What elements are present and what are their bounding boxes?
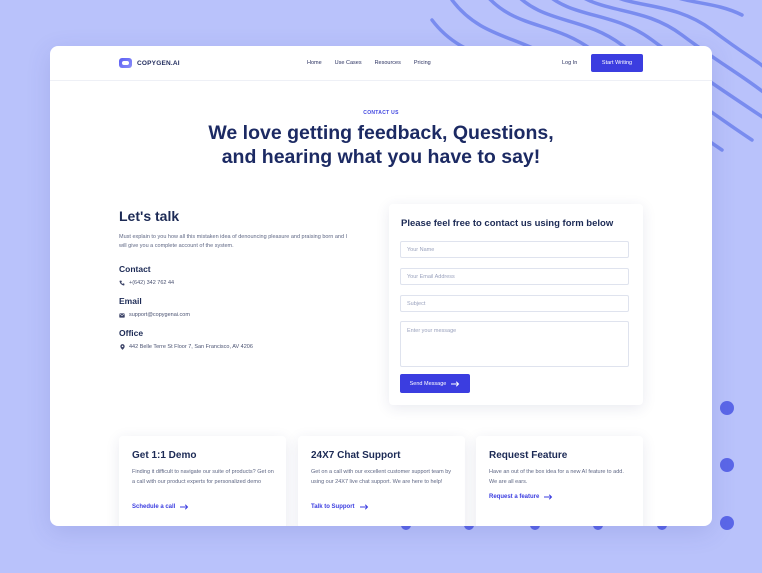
location-pin-icon: [119, 344, 125, 350]
request-feature-link[interactable]: Request a feature: [489, 494, 553, 500]
phone-number: +(642) 342 762 44: [129, 280, 175, 286]
schedule-call-link[interactable]: Schedule a call: [132, 504, 189, 510]
subject-input[interactable]: [400, 295, 629, 312]
feature-description: Have an out of the box idea for a new AI…: [489, 469, 624, 485]
lets-talk-title: Let's talk: [119, 208, 180, 224]
section-eyebrow: CONTACT US: [363, 110, 399, 116]
top-navigation: COPYGEN.AI Home Use Cases Resources Pric…: [50, 46, 712, 81]
headline-line-2: and hearing what you have to say!: [221, 146, 541, 168]
logo-icon: [119, 58, 132, 68]
phone-row: +(642) 342 762 44: [119, 280, 174, 286]
office-address: 442 Belle Terre St Floor 7, San Francisc…: [129, 344, 253, 350]
feature-card-request-feature: Request Feature Have an out of the box i…: [476, 436, 643, 526]
nav-link-resources[interactable]: Resources: [375, 60, 401, 66]
start-writing-button[interactable]: Start Writing: [591, 54, 643, 72]
feature-card-chat-support: 24X7 Chat Support Get on a call with our…: [298, 436, 465, 526]
phone-icon: [119, 280, 125, 286]
feature-link-label: Schedule a call: [132, 504, 176, 510]
send-message-label: Send Message: [409, 380, 447, 387]
brand-name: COPYGEN.AI: [137, 59, 180, 67]
nav-link-use-cases[interactable]: Use Cases: [335, 60, 362, 66]
email-address[interactable]: support@copygenai.com: [129, 312, 190, 318]
lets-talk-description: Must explain to you how all this mistake…: [119, 234, 348, 249]
feature-title: Request Feature: [489, 450, 568, 461]
email-row: support@copygenai.com: [119, 312, 190, 318]
address-row: 442 Belle Terre St Floor 7, San Francisc…: [119, 344, 253, 350]
contact-form: Please feel free to contact us using for…: [389, 204, 643, 405]
arrow-right-icon: [180, 504, 189, 510]
arrow-right-icon: [451, 380, 460, 387]
form-title: Please feel free to contact us using for…: [401, 218, 614, 229]
arrow-right-icon: [359, 504, 368, 510]
contact-heading: Contact: [119, 264, 151, 274]
email-input[interactable]: [400, 268, 629, 285]
feature-description: Get on a call with our excellent custome…: [311, 469, 452, 485]
nav-links: Home Use Cases Resources Pricing: [307, 60, 431, 66]
send-message-button[interactable]: Send Message: [400, 374, 470, 393]
arrow-right-icon: [544, 494, 553, 500]
feature-description: Finding it difficult to navigate our sui…: [132, 469, 274, 485]
talk-to-support-link[interactable]: Talk to Support: [311, 504, 369, 510]
feature-card-demo: Get 1:1 Demo Finding it difficult to nav…: [119, 436, 286, 526]
nav-link-pricing[interactable]: Pricing: [414, 60, 431, 66]
email-heading: Email: [119, 296, 142, 306]
mail-icon: [119, 312, 125, 318]
login-link[interactable]: Log In: [562, 60, 577, 66]
office-heading: Office: [119, 328, 144, 338]
brand-logo[interactable]: COPYGEN.AI: [119, 58, 180, 68]
message-textarea[interactable]: [400, 321, 629, 367]
feature-title: Get 1:1 Demo: [132, 450, 197, 461]
lets-talk-section: Let's talk Must explain to you how all t…: [119, 208, 349, 350]
headline-line-1: We love getting feedback, Questions,: [208, 122, 554, 144]
contact-page-card: COPYGEN.AI Home Use Cases Resources Pric…: [50, 46, 712, 526]
feature-link-label: Talk to Support: [311, 504, 355, 510]
page-headline: We love getting feedback, Questions, and…: [50, 121, 712, 169]
feature-title: 24X7 Chat Support: [311, 450, 401, 461]
name-input[interactable]: [400, 241, 629, 258]
nav-link-home[interactable]: Home: [307, 60, 322, 66]
feature-link-label: Request a feature: [489, 494, 540, 500]
